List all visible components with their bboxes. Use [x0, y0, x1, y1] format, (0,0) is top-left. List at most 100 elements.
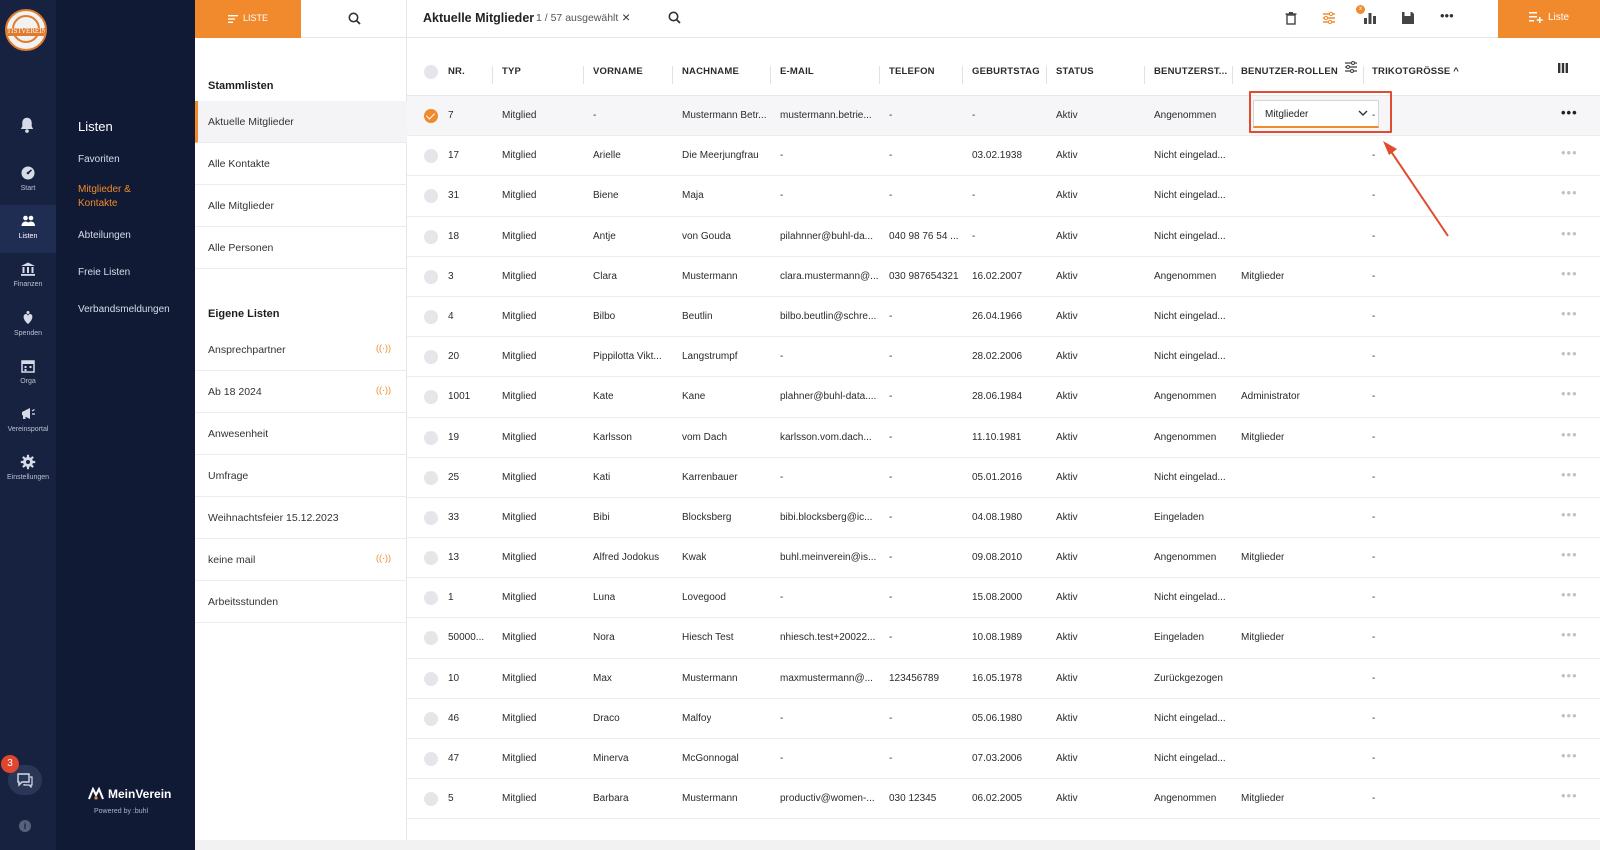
column-chooser-icon[interactable]	[1557, 62, 1569, 74]
row-more-button[interactable]: •••	[1561, 668, 1578, 683]
column-header[interactable]: E-MAIL	[780, 66, 814, 77]
filter-icon[interactable]	[1321, 10, 1337, 26]
eigene-liste-item[interactable]: Ansprechpartner ((·))	[195, 329, 407, 371]
row-more-button[interactable]: •••	[1561, 346, 1578, 361]
row-checkbox[interactable]	[424, 390, 438, 405]
table-row[interactable]: 10 Mitglied Max Mustermann maxmustermann@...…	[407, 659, 1600, 699]
row-checkbox[interactable]	[424, 792, 438, 807]
column-separator[interactable]	[1144, 66, 1145, 84]
stammliste-item[interactable]: Aktuelle Mitglieder	[195, 101, 407, 143]
row-checkbox[interactable]	[424, 229, 438, 244]
table-row[interactable]: 1001 Mitglied Kate Kane plahner@buhl-data...…	[407, 377, 1600, 418]
table-row[interactable]: 25 Mitglied Kati Karrenbauer - - 05.01.2016 Akt…	[407, 458, 1600, 498]
row-more-button[interactable]: •••	[1561, 507, 1578, 522]
column-separator[interactable]	[583, 66, 584, 84]
table-row[interactable]: 19 Mitglied Karlsson vom Dach karlsson.vom.d…	[407, 418, 1600, 458]
column-separator[interactable]	[672, 66, 673, 84]
row-checkbox[interactable]	[424, 189, 438, 204]
row-checkbox[interactable]	[424, 109, 438, 123]
select-all-checkbox[interactable]	[424, 65, 438, 79]
nav-item-abteilungen[interactable]: Abteilungen	[78, 229, 131, 243]
eigene-liste-item[interactable]: Anwesenheit	[195, 413, 407, 455]
column-separator[interactable]	[962, 66, 963, 84]
row-checkbox[interactable]	[424, 470, 438, 485]
table-row[interactable]: 33 Mitglied Bibi Blocksberg bibi.blocksberg@…	[407, 498, 1600, 539]
rail-item-orga[interactable]: Orga	[0, 350, 56, 398]
row-more-button[interactable]: •••	[1561, 145, 1578, 160]
tab-liste[interactable]: LISTE	[195, 0, 301, 38]
table-row[interactable]: 5 Mitglied Barbara Mustermann productiv@wome…	[407, 779, 1600, 820]
rail-item-start[interactable]: Start	[0, 157, 56, 205]
row-checkbox[interactable]	[424, 350, 438, 365]
stammliste-item[interactable]: Alle Kontakte	[195, 143, 407, 185]
row-more-button[interactable]: •••	[1561, 467, 1578, 482]
column-header[interactable]: GEBURTSTAG	[972, 66, 1040, 77]
column-header[interactable]: NR.	[448, 66, 465, 77]
nav-item-favoriten[interactable]: Favoriten	[78, 153, 120, 167]
table-row[interactable]: 1 Mitglied Luna Lovegood - - 15.08.2000 Aktiv Ni…	[407, 578, 1600, 619]
row-checkbox[interactable]	[424, 752, 438, 766]
column-header[interactable]: STATUS	[1056, 66, 1094, 77]
row-more-button[interactable]: •••	[1561, 306, 1578, 321]
horizontal-scrollbar[interactable]	[195, 840, 1600, 850]
row-more-button[interactable]: •••	[1561, 185, 1578, 200]
column-header[interactable]: BENUTZER-ROLLEN	[1241, 66, 1338, 77]
more-options-button[interactable]: •••	[1440, 8, 1456, 24]
column-separator[interactable]	[492, 66, 493, 84]
column-header[interactable]: TYP	[502, 66, 521, 77]
row-checkbox[interactable]	[424, 149, 438, 164]
table-row[interactable]: 46 Mitglied Draco Malfoy - - 05.06.1980 Aktiv Ni…	[407, 699, 1600, 739]
eigene-liste-item[interactable]: Umfrage	[195, 455, 407, 497]
table-row[interactable]: 47 Mitglied Minerva McGonnogal - - 07.03.2006 A…	[407, 739, 1600, 780]
rail-item-spenden[interactable]: Spenden	[0, 302, 56, 350]
column-separator[interactable]	[1363, 66, 1364, 84]
eigene-liste-item[interactable]: Ab 18 2024 ((·))	[195, 371, 407, 413]
column-separator[interactable]	[770, 66, 771, 84]
row-checkbox[interactable]	[424, 671, 438, 686]
rail-item-listen[interactable]: Listen	[0, 205, 56, 253]
table-row[interactable]: 4 Mitglied Bilbo Beutlin bilbo.beutlin@schre…	[407, 297, 1600, 338]
table-row[interactable]: 3 Mitglied Clara Mustermann clara.mustermann…	[407, 257, 1600, 297]
row-more-button[interactable]: •••	[1561, 427, 1578, 442]
nav-item-freie-listen[interactable]: Freie Listen	[78, 266, 130, 280]
clear-selection-button[interactable]: ×	[622, 9, 630, 25]
row-more-button[interactable]: •••	[1561, 386, 1578, 401]
table-row[interactable]: 7 Mitglied - Mustermann Betr... mustermann.b…	[407, 96, 1600, 137]
row-more-button[interactable]: •••	[1561, 547, 1578, 562]
row-more-button[interactable]: •••	[1561, 788, 1578, 803]
row-checkbox[interactable]	[424, 430, 438, 445]
stammliste-item[interactable]: Alle Mitglieder	[195, 185, 407, 227]
row-checkbox[interactable]	[424, 551, 438, 566]
row-more-button[interactable]: •••	[1561, 627, 1578, 642]
table-row[interactable]: 20 Mitglied Pippilotta Vikt... Langstrumpf -…	[407, 337, 1600, 378]
save-icon[interactable]	[1400, 10, 1416, 26]
row-checkbox[interactable]	[424, 711, 438, 726]
search-icon[interactable]	[668, 11, 681, 24]
column-header[interactable]: VORNAME	[593, 66, 643, 77]
row-checkbox[interactable]	[424, 591, 438, 606]
table-row[interactable]: 13 Mitglied Alfred Jodokus Kwak buhl.meinver…	[407, 538, 1600, 579]
eigene-liste-item[interactable]: Weihnachtsfeier 15.12.2023	[195, 497, 407, 539]
column-separator[interactable]	[1232, 66, 1233, 84]
row-more-button[interactable]: •••	[1561, 105, 1578, 120]
bar-chart-icon[interactable]	[1362, 10, 1378, 26]
eigene-liste-item[interactable]: Arbeitsstunden	[195, 581, 407, 623]
nav-item-verbandsmeldungen[interactable]: Verbandsmeldungen	[78, 303, 170, 317]
rail-item-vereinsportal[interactable]: Vereinsportal	[0, 398, 56, 446]
row-more-button[interactable]: •••	[1561, 708, 1578, 723]
column-header[interactable]: NACHNAME	[682, 66, 739, 77]
column-header[interactable]: BENUTZERST...	[1154, 66, 1227, 77]
eigene-liste-item[interactable]: keine mail ((·))	[195, 539, 407, 581]
column-separator[interactable]	[879, 66, 880, 84]
stammliste-item[interactable]: Alle Personen	[195, 227, 407, 269]
row-more-button[interactable]: •••	[1561, 226, 1578, 241]
table-row[interactable]: 50000... Mitglied Nora Hiesch Test nhiesch.t…	[407, 618, 1600, 659]
trash-icon[interactable]	[1283, 10, 1299, 26]
tab-search[interactable]	[301, 0, 407, 38]
column-header[interactable]: TRIKOTGRÖSSE ^	[1372, 66, 1459, 77]
info-icon[interactable]: i	[19, 820, 31, 832]
column-separator[interactable]	[1046, 66, 1047, 84]
row-more-button[interactable]: •••	[1561, 748, 1578, 763]
row-more-button[interactable]: •••	[1561, 587, 1578, 602]
column-settings-icon[interactable]	[1344, 60, 1358, 74]
